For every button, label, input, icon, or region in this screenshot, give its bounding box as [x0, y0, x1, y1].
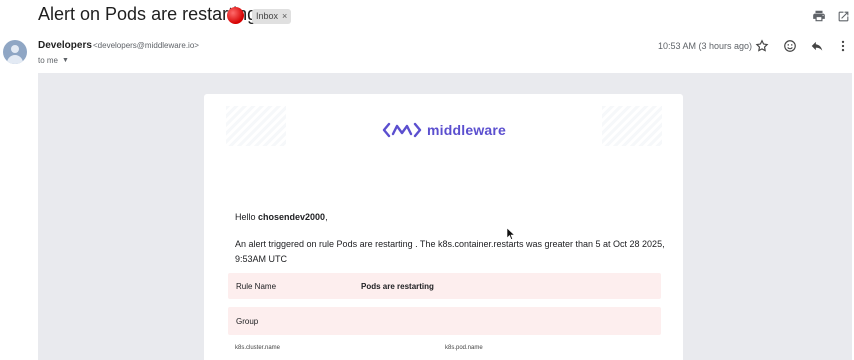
star-icon[interactable]: [753, 37, 771, 55]
open-in-new-window-icon[interactable]: [834, 7, 852, 25]
email-subject: Alert on Pods are restarting: [38, 4, 258, 24]
group-key-cluster: k8s.cluster.name: [235, 345, 281, 351]
subject-row: Alert on Pods are restarting Inbox ×: [0, 0, 854, 32]
recipient-text: to me: [38, 56, 59, 65]
sender-name[interactable]: Developers: [38, 40, 92, 51]
rule-name-label: Rule Name: [236, 282, 277, 291]
emoji-reaction-icon[interactable]: [781, 37, 799, 55]
chevron-down-icon[interactable]: ▼: [62, 57, 69, 64]
alert-message: An alert triggered on rule Pods are rest…: [235, 239, 665, 264]
print-icon[interactable]: [810, 7, 828, 25]
inbox-label-text: Inbox: [256, 11, 279, 21]
inbox-label-chip[interactable]: Inbox ×: [252, 9, 292, 24]
greeting-user: chosendev2000: [258, 212, 326, 222]
sender-avatar[interactable]: [3, 40, 27, 64]
rule-name-value: Pods are restarting: [361, 282, 434, 291]
email-timestamp: 10:53 AM (3 hours ago): [658, 41, 753, 51]
greeting-suffix: ,: [325, 212, 328, 222]
decorative-pattern-left: [226, 106, 286, 146]
email-body-area: middleware Hello chosendev2000, An alert…: [38, 73, 852, 360]
red-circle-icon: [227, 7, 244, 24]
remove-label-icon[interactable]: ×: [282, 9, 287, 24]
mouse-cursor-icon: [507, 228, 515, 240]
email-card: middleware Hello chosendev2000, An alert…: [204, 94, 683, 360]
more-vert-icon[interactable]: [834, 37, 852, 55]
sender-email: <developers@middleware.io>: [93, 41, 199, 50]
middleware-logo: middleware: [382, 122, 506, 138]
group-key-pod: k8s.pod.name: [445, 345, 483, 351]
greeting: Hello chosendev2000,: [235, 212, 328, 222]
avatar-head: [11, 45, 19, 53]
brand-name: middleware: [427, 122, 507, 138]
avatar-body: [7, 55, 23, 64]
middleware-logo-icon: [382, 122, 422, 138]
group-label: Group: [236, 317, 259, 326]
decorative-pattern-right: [602, 106, 662, 146]
rule-name-row: Rule Name Pods are restarting: [228, 273, 661, 299]
greeting-prefix: Hello: [235, 212, 259, 222]
group-row: Group: [228, 307, 661, 335]
reply-icon[interactable]: [808, 37, 826, 55]
